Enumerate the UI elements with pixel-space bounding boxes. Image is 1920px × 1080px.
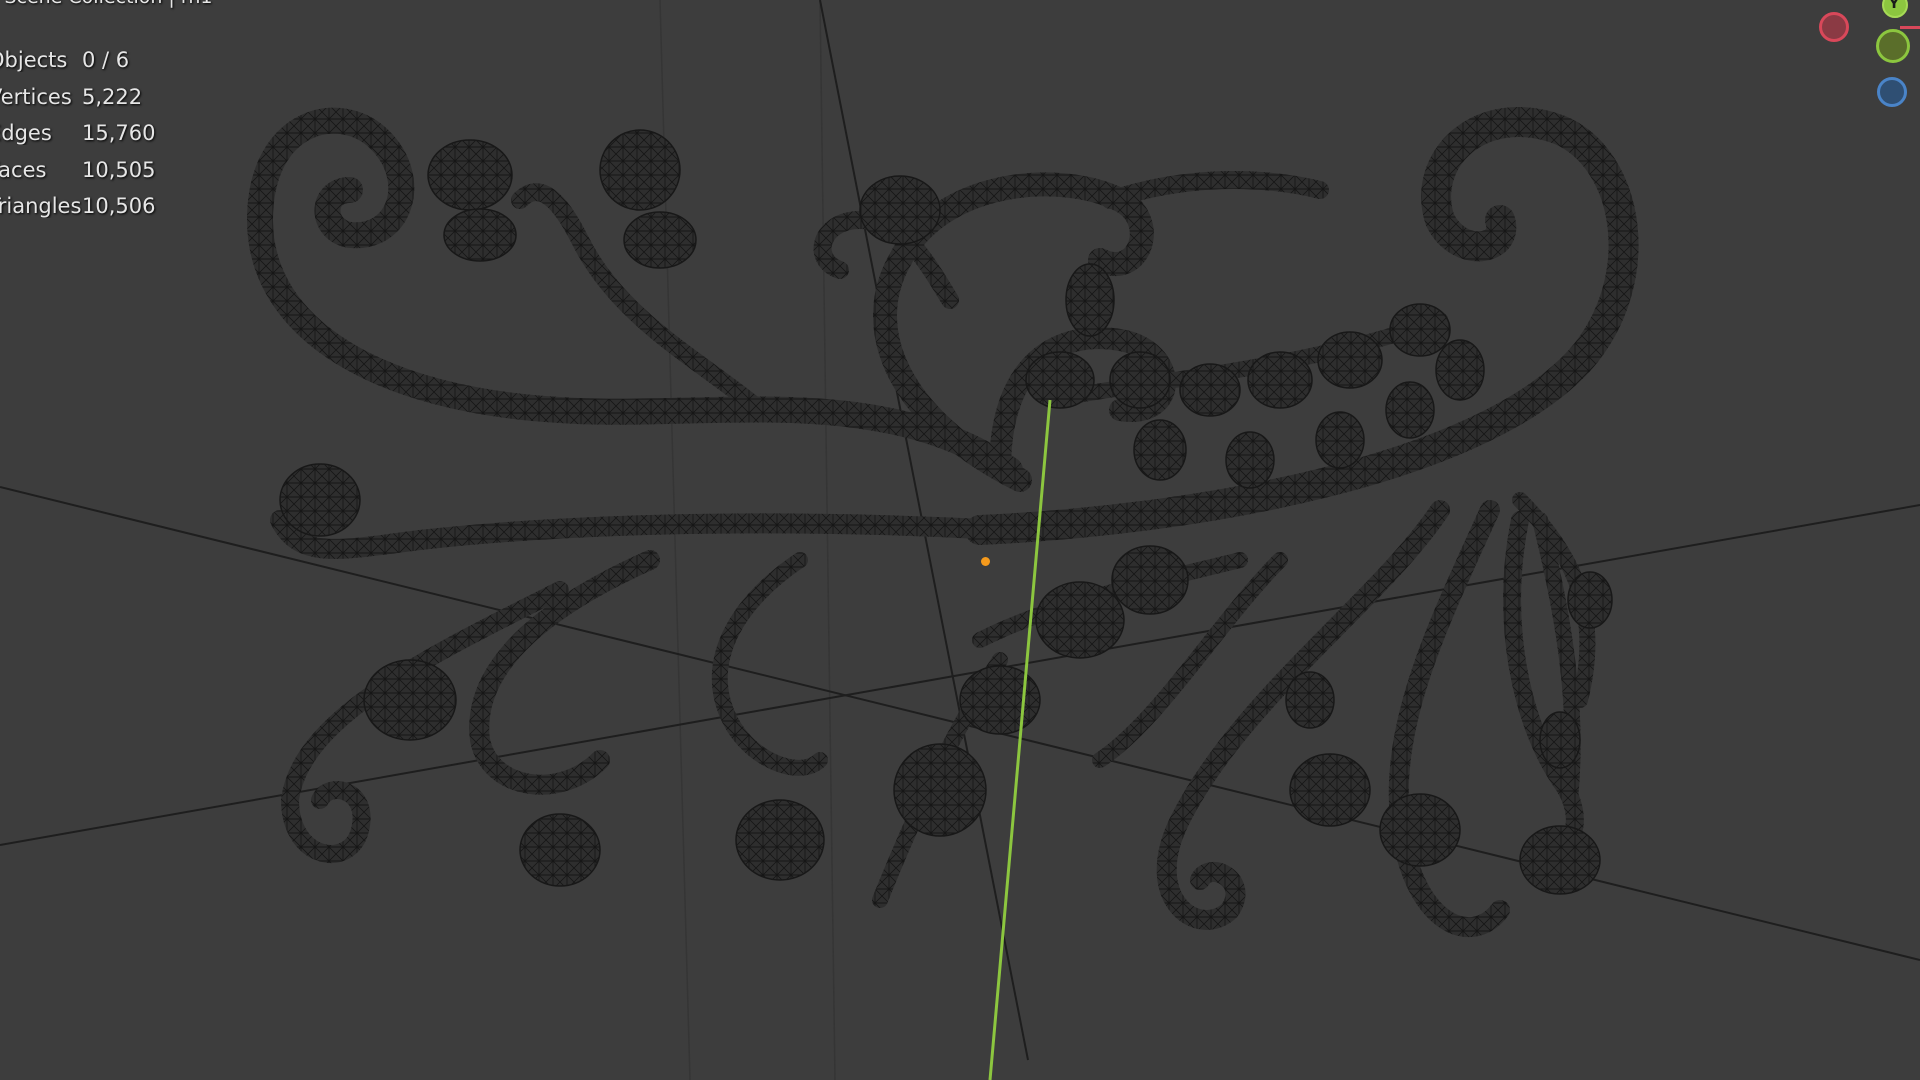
gizmo-y-label: Y [1889,0,1900,12]
stat-row-faces: Faces 10,505 [0,152,155,189]
3d-viewport[interactable]: / Scene Collection | rn1 Objects 0 / 6 V… [0,0,1920,1080]
floor-grid [659,0,836,1080]
statistics-overlay: Objects 0 / 6 Vertices 5,222 Edges 15,76… [0,42,155,225]
stat-label: Objects [0,48,68,73]
gizmo-z-negative-button[interactable] [1877,77,1907,107]
gizmo-x-negative-button[interactable] [1819,12,1849,42]
object-origin-point[interactable] [981,557,990,566]
stat-value: 0 / 6 [82,48,130,73]
stat-value: 5,222 [82,84,143,109]
stat-value: 10,505 [82,157,156,182]
stat-row-triangles: Triangles 10,506 [0,188,155,225]
stat-value: 10,506 [82,194,156,219]
stat-label: Edges [0,121,52,146]
stat-row-objects: Objects 0 / 6 [0,42,155,79]
stat-label: Triangles [0,194,82,219]
viewport-header-text: / Scene Collection | rn1 [0,0,212,8]
stat-row-vertices: Vertices 5,222 [0,79,155,116]
scene-canvas[interactable] [0,0,1920,1080]
stat-label: Vertices [0,84,72,109]
y-axis-line [988,399,1052,1080]
ornament-leaves [279,129,1613,895]
stat-row-edges: Edges 15,760 [0,115,155,152]
gizmo-x-axis-line [1900,26,1920,29]
stat-label: Faces [0,157,47,182]
stat-value: 15,760 [82,121,156,146]
gizmo-y-negative-button[interactable] [1876,29,1910,63]
